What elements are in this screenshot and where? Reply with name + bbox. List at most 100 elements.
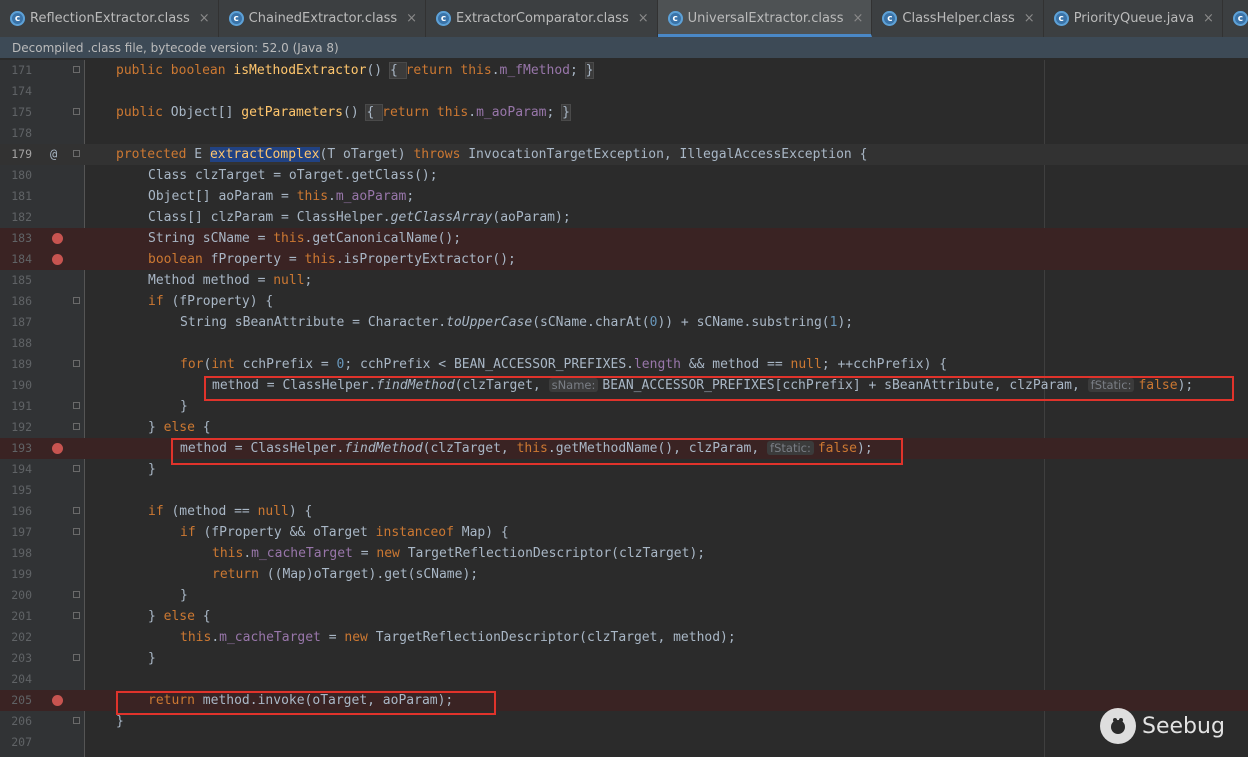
- code-line-179[interactable]: 179 @ protected E extractComplex(T oTarget…: [0, 144, 1248, 165]
- code-text: public Object[] getParameters() { return…: [116, 104, 571, 121]
- code-line-202[interactable]: 202 this.m_cacheTarget = new TargetReflec…: [0, 627, 1248, 648]
- fold-marker-icon[interactable]: [73, 66, 80, 73]
- code-line-183[interactable]: 183 String sCName = this.getCanonicalName…: [0, 228, 1248, 249]
- line-number: 182: [11, 210, 32, 224]
- code-text: Object[] aoParam = this.m_aoParam;: [148, 189, 415, 204]
- breakpoint-icon[interactable]: [52, 695, 63, 706]
- breakpoint-icon[interactable]: [52, 443, 63, 454]
- code-editor[interactable]: 171 public boolean isMethodExtractor() { …: [0, 60, 1248, 757]
- code-line-188[interactable]: 188: [0, 333, 1248, 354]
- line-number: 196: [11, 504, 32, 518]
- code-line-182[interactable]: 182 Class[] clzParam = ClassHelper.getCla…: [0, 207, 1248, 228]
- code-line-189[interactable]: 189 for(int cchPrefix = 0; cchPrefix < BE…: [0, 354, 1248, 375]
- line-number: 175: [11, 105, 32, 119]
- close-icon[interactable]: ×: [1203, 11, 1214, 26]
- line-number: 171: [11, 63, 32, 77]
- fold-marker-icon[interactable]: [73, 591, 80, 598]
- code-line-201[interactable]: 201 } else {: [0, 606, 1248, 627]
- tab-classhelper-class[interactable]: c ClassHelper.class ×: [872, 0, 1044, 37]
- code-text: String sCName = this.getCanonicalName();: [148, 231, 462, 246]
- code-line-199[interactable]: 199 return ((Map)oTarget).get(sCName);: [0, 564, 1248, 585]
- close-icon[interactable]: ×: [1024, 11, 1035, 26]
- code-line-190[interactable]: 190 method = ClassHelper.findMethod(clzTa…: [0, 375, 1248, 396]
- tab-chainedextractor-class[interactable]: c ChainedExtractor.class ×: [219, 0, 427, 37]
- tab-label: UniversalExtractor.class: [687, 11, 844, 26]
- tab-priorityqueue-java[interactable]: c PriorityQueue.java ×: [1044, 0, 1223, 37]
- fold-marker-icon[interactable]: [73, 528, 80, 535]
- code-line-191[interactable]: 191}: [0, 396, 1248, 417]
- fold-marker-icon[interactable]: [73, 465, 80, 472]
- line-number: 206: [11, 714, 32, 728]
- code-line-192[interactable]: 192 } else {: [0, 417, 1248, 438]
- breakpoint-icon[interactable]: [52, 254, 63, 265]
- fold-marker-icon[interactable]: [73, 297, 80, 304]
- code-line-187[interactable]: 187 String sBeanAttribute = Character.toU…: [0, 312, 1248, 333]
- code-text: } else {: [148, 609, 211, 624]
- close-icon[interactable]: ×: [852, 11, 863, 26]
- code-line-205[interactable]: 205 return method.invoke(oTarget, aoParam…: [0, 690, 1248, 711]
- fold-marker-icon[interactable]: [73, 717, 80, 724]
- code-text: } else {: [148, 420, 211, 435]
- fold-marker-icon[interactable]: [73, 423, 80, 430]
- code-line-203[interactable]: 203}: [0, 648, 1248, 669]
- seebug-logo-icon: [1100, 708, 1136, 744]
- fold-marker-icon[interactable]: [73, 612, 80, 619]
- override-annotation-icon[interactable]: @: [50, 144, 57, 165]
- class-icon: c: [1053, 11, 1069, 26]
- fold-marker-icon[interactable]: [73, 402, 80, 409]
- breakpoint-icon[interactable]: [52, 233, 63, 244]
- code-line-174[interactable]: 174: [0, 81, 1248, 102]
- code-line-184[interactable]: 184 boolean fProperty = this.isPropertyEx…: [0, 249, 1248, 270]
- code-line-185[interactable]: 185 Method method = null;: [0, 270, 1248, 291]
- tab-label: ChainedExtractor.class: [248, 11, 398, 26]
- code-line-186[interactable]: 186 if (fProperty) {: [0, 291, 1248, 312]
- line-number: 188: [11, 336, 32, 350]
- line-number: 201: [11, 609, 32, 623]
- class-icon: c: [10, 11, 25, 26]
- code-line-195[interactable]: 195: [0, 480, 1248, 501]
- code-line-181[interactable]: 181 Object[] aoParam = this.m_aoParam;: [0, 186, 1248, 207]
- line-number: 184: [11, 252, 32, 266]
- code-line-180[interactable]: 180 Class clzTarget = oTarget.getClass();: [0, 165, 1248, 186]
- code-line-207[interactable]: 207: [0, 732, 1248, 753]
- code-text: if (method == null) {: [148, 504, 313, 519]
- tab-universalextractor-class[interactable]: c UniversalExtractor.class ×: [657, 0, 873, 37]
- code-line-193[interactable]: 193 method = ClassHelper.findMethod(clzTa…: [0, 438, 1248, 459]
- tab-reflectionextractor-class[interactable]: c ReflectionExtractor.class ×: [0, 0, 219, 37]
- close-icon[interactable]: ×: [406, 11, 417, 26]
- tab-label: ClassHelper.class: [902, 11, 1015, 26]
- code-text: return method.invoke(oTarget, aoParam);: [148, 693, 454, 708]
- close-icon[interactable]: ×: [199, 11, 210, 26]
- code-line-196[interactable]: 196 if (method == null) {: [0, 501, 1248, 522]
- line-number: 192: [11, 420, 32, 434]
- code-text: Class[] clzParam = ClassHelper.getClassA…: [148, 210, 571, 225]
- seebug-watermark: Seebug: [1100, 708, 1225, 744]
- line-number: 198: [11, 546, 32, 560]
- code-line-178[interactable]: 178: [0, 123, 1248, 144]
- code-line-206[interactable]: 206}: [0, 711, 1248, 732]
- code-line-194[interactable]: 194}: [0, 459, 1248, 480]
- fold-marker-icon[interactable]: [73, 108, 80, 115]
- line-number: 191: [11, 399, 32, 413]
- code-text: if (fProperty && oTarget instanceof Map)…: [180, 525, 509, 540]
- line-number: 183: [11, 231, 32, 245]
- code-text: method = ClassHelper.findMethod(clzTarge…: [212, 378, 1194, 393]
- line-number: 187: [11, 315, 32, 329]
- code-line-200[interactable]: 200}: [0, 585, 1248, 606]
- tab-abstractextractor-class[interactable]: cAbstractExtractor.class×: [1223, 0, 1248, 37]
- code-line-171[interactable]: 171 public boolean isMethodExtractor() { …: [0, 60, 1248, 81]
- tab-extractorcomparator-class[interactable]: c ExtractorComparator.class ×: [426, 0, 658, 37]
- line-number: 185: [11, 273, 32, 287]
- code-line-198[interactable]: 198 this.m_cacheTarget = new TargetReflec…: [0, 543, 1248, 564]
- code-line-197[interactable]: 197 if (fProperty && oTarget instanceof M…: [0, 522, 1248, 543]
- code-line-175[interactable]: 175 public Object[] getParameters() { ret…: [0, 102, 1248, 123]
- close-icon[interactable]: ×: [638, 11, 649, 26]
- class-icon: c: [667, 11, 683, 26]
- fold-marker-icon[interactable]: [73, 150, 80, 157]
- tab-label: ExtractorComparator.class: [456, 11, 629, 26]
- fold-marker-icon[interactable]: [73, 360, 80, 367]
- fold-marker-icon[interactable]: [73, 654, 80, 661]
- line-number: 181: [11, 189, 32, 203]
- fold-marker-icon[interactable]: [73, 507, 80, 514]
- code-line-204[interactable]: 204: [0, 669, 1248, 690]
